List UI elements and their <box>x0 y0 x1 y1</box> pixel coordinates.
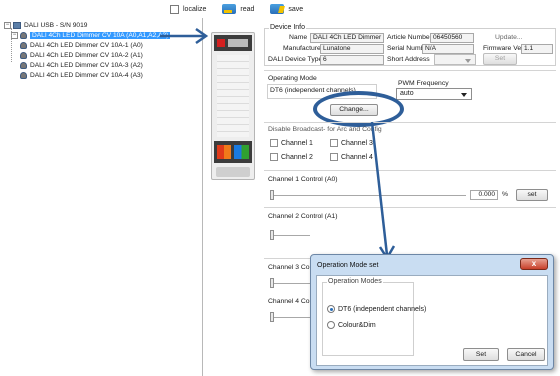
annotation-arrow-icon <box>160 27 209 45</box>
tree-item-channel[interactable]: DALI 4Ch LED Dimmer CV 10A-2 (A1) <box>4 50 204 60</box>
pwm-value: auto <box>400 90 414 97</box>
pwm-title: PWM Frequency <box>398 80 449 87</box>
article-field[interactable]: 06450560 <box>430 33 474 43</box>
channel-2-slider[interactable] <box>270 230 310 240</box>
dialog-body: Operation Modes DT6 (independent channel… <box>316 275 548 366</box>
operation-modes-group: Operation Modes DT6 (independent channel… <box>322 278 426 356</box>
panel-divider[interactable] <box>202 18 203 376</box>
mode-dt6-radio[interactable]: DT6 (independent channels) <box>327 305 426 313</box>
channel-3-control-title: Channel 3 Cont <box>268 264 316 271</box>
group-title: Device Info <box>269 24 307 31</box>
mode-colour-dim-radio[interactable]: Colour&Dim <box>327 321 376 329</box>
localize-checkbox[interactable] <box>170 4 179 14</box>
channel-4-control-title: Channel 4 Cont <box>268 298 316 305</box>
channel-2-control-title: Channel 2 Control (A1) <box>268 213 338 220</box>
firmware-label: Firmware Ver <box>483 45 524 52</box>
device-type-field[interactable]: 6 <box>320 55 384 65</box>
collapse-icon[interactable]: − <box>4 21 11 29</box>
group-title: Operation Modes <box>327 278 383 285</box>
channel-3-slider[interactable] <box>270 278 310 288</box>
device-icon <box>20 31 27 39</box>
read-button[interactable]: read <box>240 6 254 13</box>
name-field[interactable]: DALI 4Ch LED Dimmer <box>310 33 384 43</box>
tree-item-label: DALI 4Ch LED Dimmer CV 10A (A0,A1,A2,A3) <box>30 31 171 39</box>
dialog-cancel-button[interactable]: Cancel <box>507 348 545 361</box>
set-address-button[interactable]: Set <box>483 53 517 65</box>
tree-item-label: DALI 4Ch LED Dimmer CV 10A-2 (A1) <box>30 51 143 59</box>
read-icon[interactable] <box>222 4 237 14</box>
firmware-field[interactable]: 1.1 <box>521 44 553 54</box>
tree-root-label: DALI USB - S/N 9019 <box>24 21 88 29</box>
save-icon[interactable] <box>270 4 285 14</box>
chevron-down-icon <box>465 59 471 63</box>
save-button[interactable]: save <box>288 6 303 13</box>
usb-icon <box>13 21 21 29</box>
tree-item-channel[interactable]: DALI 4Ch LED Dimmer CV 10A-3 (A2) <box>4 60 204 70</box>
percent-label: % <box>502 191 509 198</box>
channel-1-value-field[interactable]: 0.000 <box>470 190 498 200</box>
name-label: Name <box>289 34 308 41</box>
close-icon[interactable]: x <box>520 258 548 270</box>
channel-1-slider[interactable] <box>270 190 466 200</box>
toolbar: localize read save <box>170 2 303 16</box>
dialog-set-button[interactable]: Set <box>463 348 499 361</box>
device-type-label: DALI Device Type <box>268 56 323 63</box>
lamp-icon <box>20 41 27 49</box>
channel-2-checkbox[interactable]: Channel 2 <box>270 153 313 161</box>
channel-1-checkbox[interactable]: Channel 1 <box>270 139 313 147</box>
localize-label: localize <box>183 5 207 13</box>
operation-mode-dialog: Operation Mode set x Operation Modes DT6… <box>310 254 554 370</box>
channel-4-slider[interactable] <box>270 312 310 322</box>
tree-item-channel[interactable]: DALI 4Ch LED Dimmer CV 10A-4 (A3) <box>4 70 204 80</box>
lamp-icon <box>20 71 27 79</box>
channel-4-checkbox[interactable]: Channel 4 <box>330 153 373 161</box>
channel-3-checkbox[interactable]: Channel 3 <box>330 139 373 147</box>
chevron-down-icon <box>461 93 467 97</box>
article-label: Article Number <box>387 34 432 41</box>
lamp-icon <box>20 51 27 59</box>
short-address-label: Short Address <box>387 56 430 63</box>
pwm-select[interactable]: auto <box>396 88 472 100</box>
device-image <box>211 32 255 180</box>
tree-item-label: DALI 4Ch LED Dimmer CV 10A-1 (A0) <box>30 41 143 49</box>
tree-item-label: DALI 4Ch LED Dimmer CV 10A-3 (A2) <box>30 61 143 69</box>
manufacturer-label: Manufacturer <box>283 45 324 52</box>
update-button[interactable]: Update... <box>495 34 523 41</box>
dialog-title: Operation Mode set <box>317 262 379 269</box>
channel-1-control-title: Channel 1 Control (A0) <box>268 176 338 183</box>
manufacturer-field[interactable]: Lunatone <box>320 44 384 54</box>
short-address-select[interactable] <box>434 54 476 65</box>
disable-broadcast-title: Disable Broadcast- for Arc and Config <box>268 126 382 133</box>
channel-1-set-button[interactable]: set <box>516 189 548 201</box>
lamp-icon <box>20 61 27 69</box>
collapse-icon[interactable]: − <box>11 31 18 39</box>
operating-mode-title: Operating Mode <box>268 75 317 82</box>
tree-item-label: DALI 4Ch LED Dimmer CV 10A-4 (A3) <box>30 71 143 79</box>
serial-field[interactable]: N/A <box>422 44 474 54</box>
